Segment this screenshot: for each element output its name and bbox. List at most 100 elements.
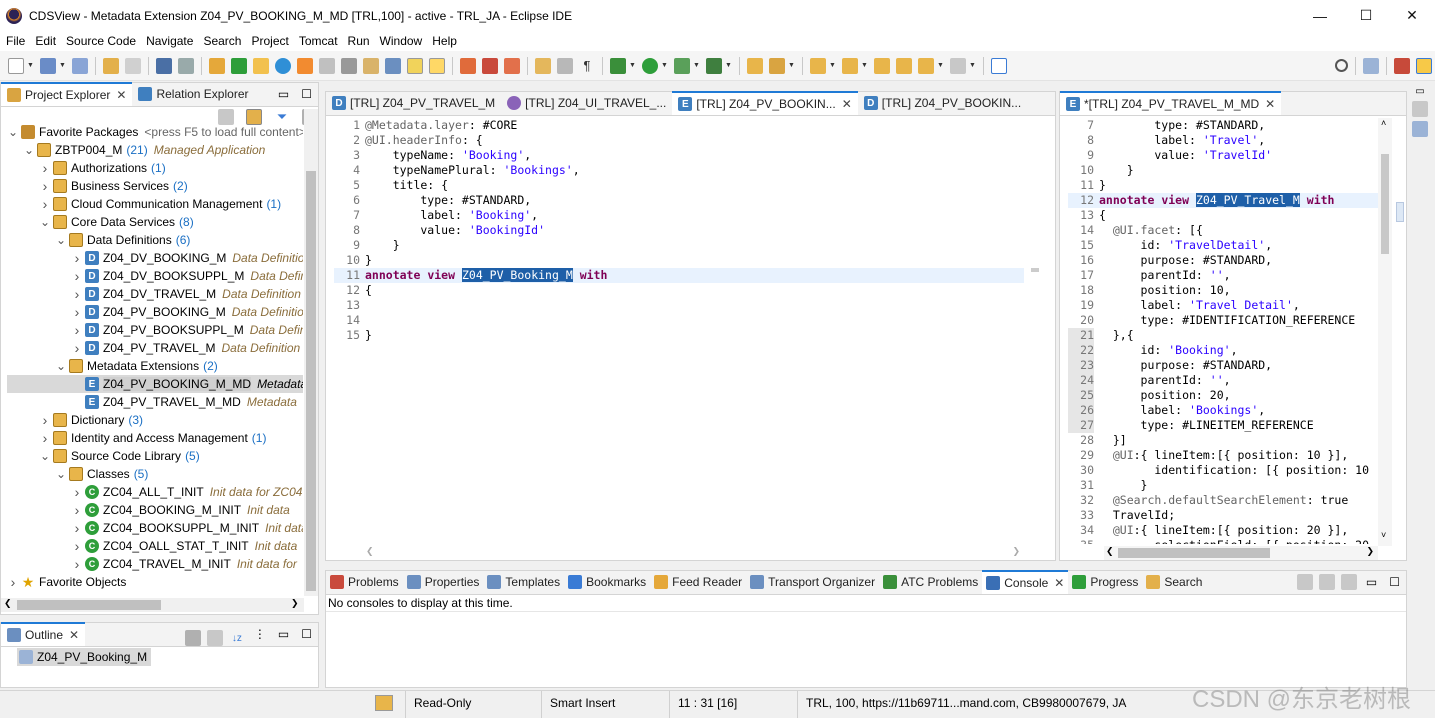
new-abap-icon[interactable]	[231, 57, 247, 74]
new-icon[interactable]	[8, 57, 24, 74]
print-icon[interactable]	[341, 57, 357, 74]
save-dropdown-icon[interactable]: ▼	[59, 58, 66, 74]
side-code-editor[interactable]: 7 type: #STANDARD, 8 label: 'Travel', 9 va…	[1068, 118, 1378, 544]
close-button[interactable]: ✕	[1389, 0, 1435, 31]
menu-file[interactable]: File	[2, 31, 29, 51]
menu-navigate[interactable]: Navigate	[142, 31, 197, 51]
activate-icon[interactable]	[297, 57, 313, 74]
tree-item[interactable]: › Dictionary (3)	[7, 411, 303, 429]
menu-run[interactable]: Run	[344, 31, 374, 51]
outline-menu-icon[interactable]: ⋮	[248, 627, 272, 646]
back-icon[interactable]	[896, 57, 912, 74]
activate-all-icon[interactable]	[319, 57, 335, 74]
pilcrow-icon[interactable]: ¶	[579, 58, 595, 74]
tab-templates[interactable]: Templates	[483, 570, 564, 594]
tab-problems[interactable]: Problems	[326, 570, 403, 594]
terminate-icon[interactable]	[504, 57, 520, 74]
perspective-icon[interactable]	[1363, 57, 1379, 74]
outline-maximize-icon[interactable]: ☐	[295, 627, 318, 646]
tree-item[interactable]: › C ZC04_OALL_STAT_T_INIT Init data	[7, 537, 303, 555]
menu-source-code[interactable]: Source Code	[62, 31, 140, 51]
trim-icon-2[interactable]	[1412, 121, 1428, 137]
editor-tab-travel-md[interactable]: E *[TRL] Z04_PV_TRAVEL_M_MD ✕	[1060, 91, 1282, 115]
link-icon[interactable]	[385, 57, 401, 74]
chevron-right-icon[interactable]: ›	[39, 178, 51, 194]
task-icon[interactable]	[535, 57, 551, 74]
tree-item[interactable]: ›D Z04_DV_BOOKING_M Data Definition	[7, 249, 303, 267]
menu-tomcat[interactable]: Tomcat	[295, 31, 342, 51]
close-icon[interactable]: ✕	[1054, 576, 1064, 590]
status-icon[interactable]	[375, 695, 393, 711]
scroll-down-icon[interactable]: ˅	[1381, 530, 1386, 540]
tree-item[interactable]: ⌄ Data Definitions (6)	[7, 231, 303, 249]
tab-console[interactable]: Console ✕	[982, 570, 1069, 594]
tab-project-explorer[interactable]: Project Explorer ✕	[1, 82, 133, 106]
tree-horizontal-scrollbar[interactable]: ❮ ❯	[1, 598, 304, 612]
tree-item[interactable]: › C ZC04_ALL_T_INIT Init data for ZC04	[7, 483, 303, 501]
chevron-right-icon[interactable]: ›	[71, 538, 83, 554]
prev-annotation-dropdown-icon[interactable]: ▼	[861, 58, 868, 74]
chevron-right-icon[interactable]: ›	[71, 250, 83, 266]
open-console-icon[interactable]	[156, 57, 172, 74]
tree-item[interactable]: › C ZC04_BOOKING_M_INIT Init data	[7, 501, 303, 519]
tree-item[interactable]: › C ZC04_TRAVEL_M_INIT Init data for	[7, 555, 303, 573]
chevron-right-icon[interactable]: ›	[39, 412, 51, 428]
close-icon[interactable]: ✕	[1265, 97, 1275, 111]
scroll-right-icon[interactable]: ❯	[1366, 546, 1374, 557]
mark-occurrences-icon[interactable]	[407, 57, 423, 74]
chevron-down-icon[interactable]: ⌄	[23, 143, 35, 157]
where-used-icon[interactable]	[363, 57, 379, 74]
back-dropdown-icon[interactable]: ▼	[937, 58, 944, 74]
tree-vertical-scrollbar[interactable]	[304, 109, 318, 596]
tab-transport-organizer[interactable]: Transport Organizer	[746, 570, 879, 594]
highlight-icon[interactable]	[429, 57, 445, 74]
abap-perspective-icon[interactable]	[1394, 57, 1410, 74]
chevron-down-icon[interactable]: ⌄	[7, 125, 19, 139]
tab-outline[interactable]: Outline ✕	[1, 622, 86, 646]
external-tools-icon[interactable]	[706, 57, 722, 74]
debug-icon[interactable]	[610, 57, 626, 74]
chevron-right-icon[interactable]: ›	[71, 286, 83, 302]
restore-icon[interactable]: ▭	[1410, 86, 1430, 97]
tree-item[interactable]: ›D Z04_DV_BOOKSUPPL_M Data Definition	[7, 267, 303, 285]
new-object-icon[interactable]	[253, 57, 269, 74]
close-icon[interactable]: ✕	[842, 97, 852, 111]
menu-help[interactable]: Help	[428, 31, 461, 51]
block-icon[interactable]	[557, 57, 573, 74]
coverage-dropdown-icon[interactable]: ▼	[693, 58, 700, 74]
editor-tab-booking[interactable]: D [TRL] Z04_PV_BOOKIN...	[858, 91, 1027, 115]
tree-item[interactable]: › D Z04_DV_TRAVEL_M Data Definition	[7, 285, 303, 303]
save-all-icon[interactable]	[72, 57, 88, 74]
side-horizontal-scrollbar[interactable]: ❮ ❯	[1104, 546, 1378, 560]
outline-minimize-icon[interactable]: ▭	[272, 627, 295, 646]
chevron-right-icon[interactable]: ›	[71, 484, 83, 500]
tree-item[interactable]: ⌄ Source Code Library (5)	[7, 447, 303, 465]
open-type-icon[interactable]	[747, 57, 763, 74]
tree-item[interactable]: ›C ZC04_BOOKSUPPL_M_INIT Init data	[7, 519, 303, 537]
tab-relation-explorer[interactable]: Relation Explorer	[132, 82, 254, 106]
last-edit-icon[interactable]	[874, 57, 890, 74]
side-hscroll-thumb[interactable]	[1118, 548, 1270, 558]
minimize-button[interactable]: —	[1297, 0, 1343, 31]
panel-maximize-icon[interactable]: ☐	[1383, 575, 1406, 594]
scroll-right-icon[interactable]: ❯	[291, 598, 299, 609]
tree-item[interactable]: E Z04_PV_TRAVEL_M_MD Metadata	[7, 393, 303, 411]
check-icon[interactable]	[275, 57, 291, 74]
trim-icon-1[interactable]	[1412, 101, 1428, 117]
skip-breakpoints-icon[interactable]	[460, 57, 476, 74]
chevron-right-icon[interactable]: ›	[71, 304, 83, 320]
tab-search[interactable]: Search	[1142, 570, 1206, 594]
prev-annotation-icon[interactable]	[842, 57, 858, 74]
next-annotation-icon[interactable]	[810, 57, 826, 74]
close-icon[interactable]: ✕	[69, 628, 79, 642]
chevron-right-icon[interactable]: ›	[71, 556, 83, 572]
undo-icon[interactable]	[103, 57, 119, 74]
sort-icon[interactable]: ↓z	[229, 630, 245, 646]
chevron-right-icon[interactable]: ›	[71, 340, 83, 356]
chevron-right-icon[interactable]: ›	[71, 268, 83, 284]
tree-item[interactable]: ⌄ Favorite Packages <press F5 to load full…	[7, 123, 303, 141]
chevron-right-icon[interactable]: ›	[39, 160, 51, 176]
tab-atc-problems[interactable]: ATC Problems	[879, 570, 982, 594]
side-vertical-scrollbar[interactable]: ˄ ˅	[1378, 118, 1392, 546]
new-dropdown-icon[interactable]: ▼	[27, 58, 34, 74]
